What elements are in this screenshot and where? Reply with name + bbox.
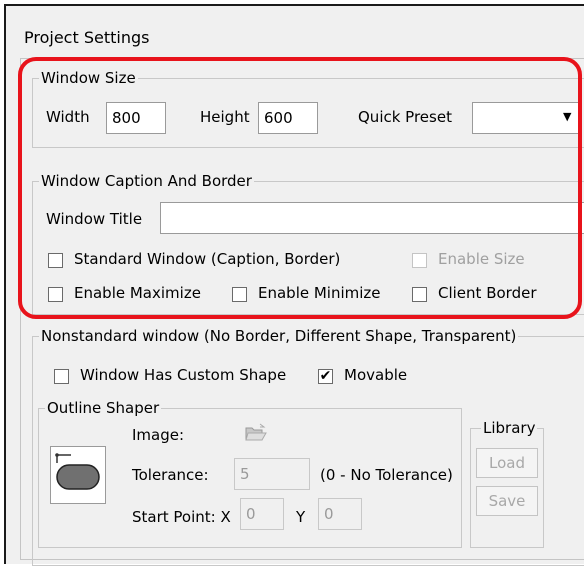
height-label: Height bbox=[200, 108, 250, 126]
movable-checkbox[interactable]: ✔ bbox=[318, 369, 333, 384]
standard-window-checkbox[interactable] bbox=[48, 253, 63, 268]
width-label: Width bbox=[46, 108, 90, 126]
start-y-input[interactable]: 0 bbox=[318, 498, 362, 530]
tolerance-label: Tolerance: bbox=[132, 466, 209, 484]
window-title-label: Window Title bbox=[46, 210, 143, 228]
enable-minimize-label: Enable Minimize bbox=[258, 284, 381, 302]
load-button[interactable]: Load bbox=[476, 448, 538, 478]
outline-shaper-legend: Outline Shaper bbox=[45, 399, 162, 417]
enable-maximize-label: Enable Maximize bbox=[74, 284, 201, 302]
outline-shape-icon bbox=[55, 453, 100, 490]
movable-label: Movable bbox=[344, 366, 408, 384]
nonstandard-legend: Nonstandard window (No Border, Different… bbox=[39, 327, 519, 345]
enable-maximize-checkbox[interactable] bbox=[48, 287, 63, 302]
caption-border-legend: Window Caption And Border bbox=[39, 172, 254, 190]
shape-preview[interactable] bbox=[50, 446, 106, 504]
start-x-input[interactable]: 0 bbox=[240, 498, 284, 530]
save-button[interactable]: Save bbox=[476, 486, 538, 516]
enable-minimize-checkbox[interactable] bbox=[232, 287, 247, 302]
custom-shape-checkbox[interactable] bbox=[54, 369, 69, 384]
custom-shape-label: Window Has Custom Shape bbox=[80, 366, 287, 384]
image-label: Image: bbox=[132, 426, 185, 444]
start-point-y-label: Y bbox=[296, 508, 306, 526]
start-point-x-label: Start Point: X bbox=[132, 508, 231, 526]
enable-size-label: Enable Size bbox=[438, 250, 525, 268]
chevron-down-icon[interactable]: ▼ bbox=[563, 110, 571, 123]
height-input[interactable]: 600 bbox=[258, 102, 318, 134]
tolerance-hint: (0 - No Tolerance) bbox=[320, 466, 453, 484]
enable-size-checkbox[interactable] bbox=[412, 253, 427, 268]
client-border-label: Client Border bbox=[438, 284, 537, 302]
library-legend: Library bbox=[481, 419, 538, 437]
open-folder-icon[interactable] bbox=[244, 422, 268, 444]
window-title-input[interactable] bbox=[160, 202, 584, 234]
dialog-title: Project Settings bbox=[24, 28, 150, 47]
client-border-checkbox[interactable] bbox=[412, 287, 427, 302]
quick-preset-label: Quick Preset bbox=[358, 108, 452, 126]
window-size-legend: Window Size bbox=[39, 69, 138, 87]
width-input[interactable]: 800 bbox=[106, 102, 166, 134]
checkmark-icon: ✔ bbox=[319, 368, 332, 384]
tolerance-input[interactable]: 5 bbox=[234, 458, 310, 490]
standard-window-label: Standard Window (Caption, Border) bbox=[74, 250, 341, 268]
